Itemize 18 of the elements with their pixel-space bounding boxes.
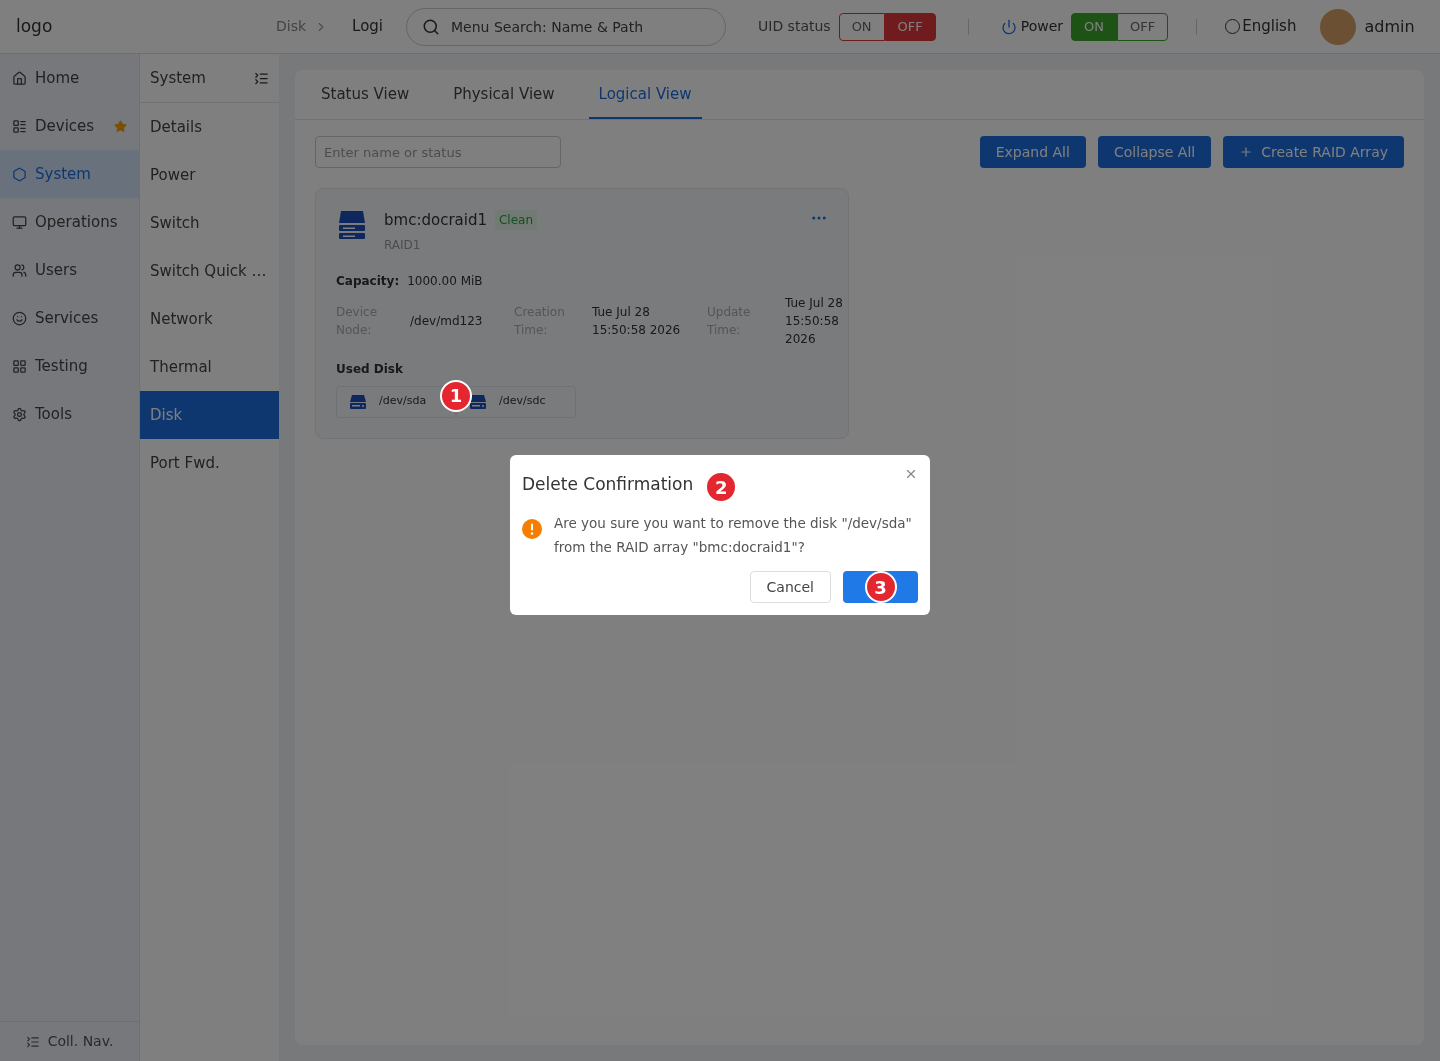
breadcrumb-item: Logi [352,16,384,38]
dialog-title: Delete Confirmation [522,473,694,497]
uid-status-label: UID status [758,17,831,36]
capacity-label: Capacity: [336,272,400,290]
annotation-marker: 3 [864,571,897,603]
field-value: /dev/md123 [410,312,484,330]
field-value: Tue Jul 28 15:50:58 2026 [592,303,682,339]
capacity-value: 1000.00 MiB [407,272,483,290]
annotation-marker: 2 [705,471,738,503]
submenu-title: System [150,67,206,89]
used-disk-label: Used Disk [336,360,404,378]
power-label: Power [1020,17,1064,36]
annotation-marker: 1 [440,379,472,412]
field-value: Tue Jul 28 15:50:58 2026 [785,294,844,348]
status-tag: Clean [495,210,538,231]
dialog-message: Are you sure you want to remove the disk "/dev/sda" from the RAID array "bmc:docraid1"? [554,514,913,557]
logo: logo [16,14,54,38]
array-name: bmc:docraid1 [384,210,487,231]
